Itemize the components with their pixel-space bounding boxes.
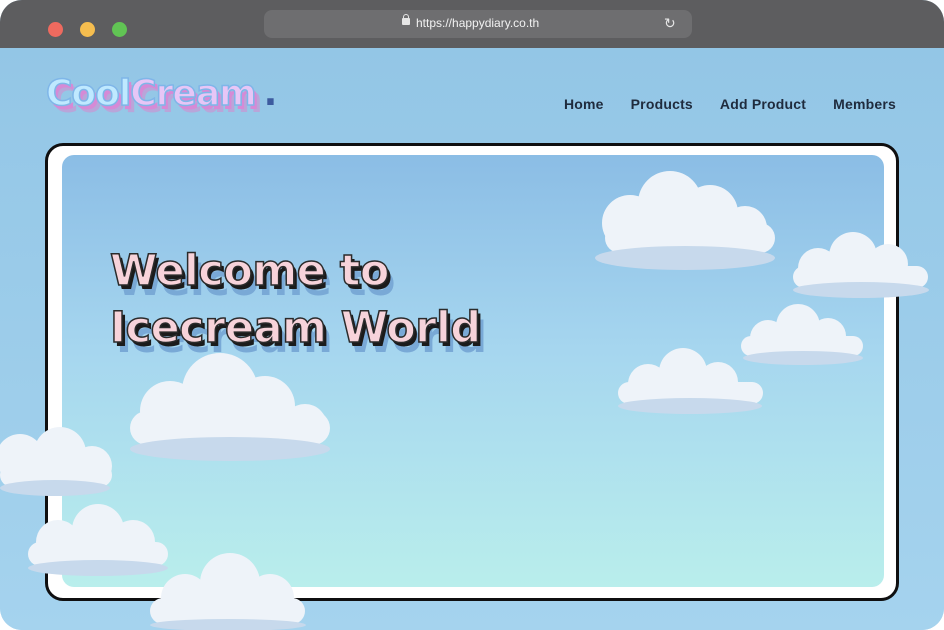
url-text: https://happydiary.co.th (416, 16, 540, 30)
logo-dot: . (263, 73, 278, 114)
nav-products-link[interactable]: Products (631, 96, 693, 112)
hero-title: Welcome to Icecream World (109, 243, 481, 357)
logo[interactable]: CoolCream. (45, 72, 278, 115)
nav-members-link[interactable]: Members (833, 96, 896, 112)
logo-part-cool: Cool (45, 72, 132, 115)
maximize-window-button[interactable] (112, 22, 127, 37)
browser-titlebar: https://happydiary.co.th ↻ (0, 0, 944, 48)
minimize-window-button[interactable] (80, 22, 95, 37)
close-window-button[interactable] (48, 22, 63, 37)
cloud-bottom-center (150, 553, 306, 630)
cloud-right-edge (793, 232, 929, 298)
cloud-top-right (595, 171, 775, 270)
browser-window: https://happydiary.co.th ↻ CoolCream. Ho… (0, 0, 944, 630)
lock-icon (402, 14, 410, 25)
logo-part-cream: Cream (129, 72, 257, 115)
nav-home-link[interactable]: Home (564, 96, 604, 112)
cloud-left-edge (0, 427, 112, 496)
nav-add-product-link[interactable]: Add Product (720, 96, 806, 112)
address-bar[interactable]: https://happydiary.co.th ↻ (264, 10, 692, 38)
cloud-center-right (618, 348, 763, 414)
page: CoolCream. Home Products Add Product Mem… (0, 48, 944, 630)
hero-title-line-2: Icecream World (109, 302, 481, 354)
main-nav: Home Products Add Product Members (564, 96, 896, 112)
reload-icon[interactable]: ↻ (664, 15, 676, 33)
hero-title-line-1: Welcome to (109, 245, 390, 297)
cloud-center-left (130, 353, 330, 461)
